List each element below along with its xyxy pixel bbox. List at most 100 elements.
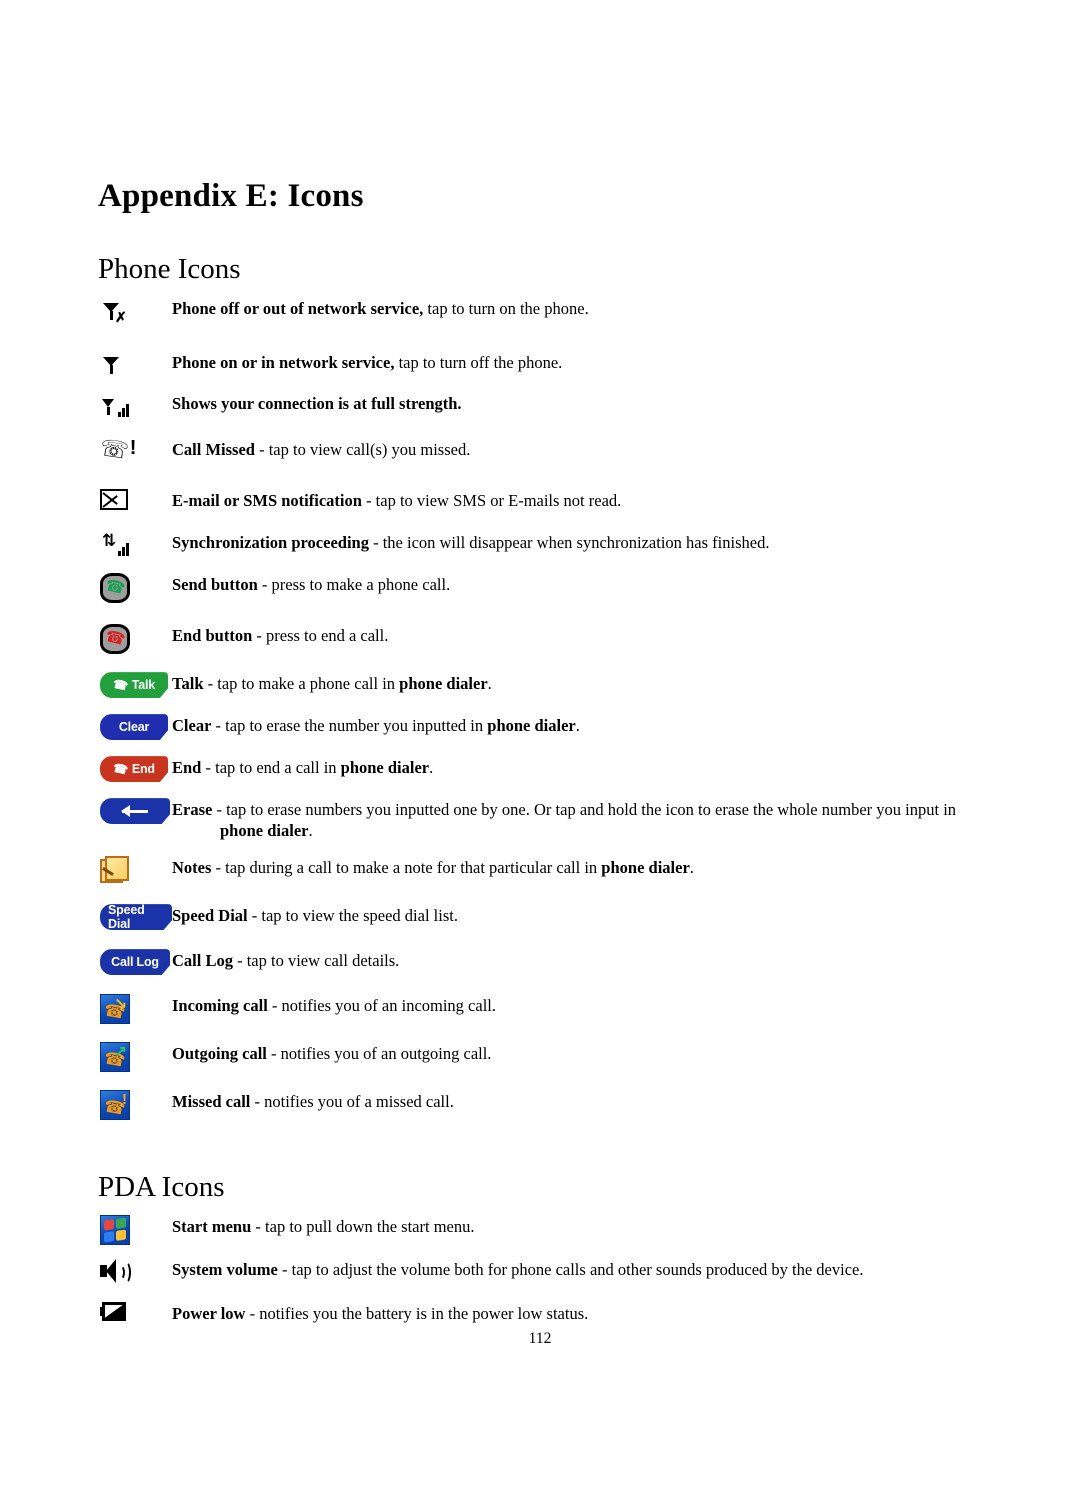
description-text: tap to view SMS or E-mails not read. [371, 491, 622, 511]
icon-description: End - tap to end a call in phone dialer. [172, 756, 998, 778]
icon-label: Call Missed [172, 440, 255, 460]
icon-cell: ☎! [98, 1090, 172, 1121]
section-heading: Phone Icons [98, 253, 241, 286]
icon-row: ☎ End button - press to end a call. [98, 624, 998, 672]
icon-row: Shows your connection is at full strengt… [98, 392, 998, 438]
description-text: tap during a call to make a note for tha… [221, 858, 602, 878]
document-page: Appendix E: Icons Phone Icons ✗ Phone of… [0, 0, 1080, 1489]
icon-label: Send button [172, 575, 258, 595]
icon-label: Start menu [172, 1216, 252, 1236]
icon-row: ☎ ↗ Outgoing call - notifies you of an ou… [98, 1042, 998, 1090]
description-tail: . [689, 858, 694, 878]
phone-off-antenna-icon: ✗ [100, 297, 130, 327]
icon-cell: ☎ [98, 624, 172, 655]
description-bold: phone dialer [601, 858, 690, 878]
label-separator: - [266, 1044, 277, 1064]
outgoing-call-icon: ☎ ↗ [100, 1042, 130, 1073]
signal-full-strength-icon [100, 392, 130, 422]
pill-label: Call Log [111, 955, 159, 970]
icon-cell: Call Log [98, 949, 172, 976]
call-missed-handset-icon: ☏! [98, 435, 137, 464]
label-separator: - [251, 1216, 261, 1236]
icon-cell: ☎ ↘ [98, 994, 172, 1025]
icon-row: E-mail or SMS notification - tap to view… [98, 489, 998, 531]
pill-label: End [131, 762, 155, 777]
power-low-icon [100, 1301, 130, 1322]
icon-cell: ☎ Talk [98, 672, 172, 699]
end-pill-icon[interactable]: ☎ End [100, 756, 168, 783]
icon-label: Missed call [172, 1092, 251, 1112]
description-bold: phone dialer [340, 758, 430, 778]
icon-row: ⇅ Synchronization proceeding - the icon … [98, 531, 998, 573]
icon-row: Notes - tap during a call to make a note… [98, 856, 998, 904]
icon-label: Phone off or out of network service [172, 299, 420, 319]
send-button-icon: ☎ [100, 573, 130, 604]
icon-row: System volume - tap to adjust the volume… [98, 1258, 998, 1302]
description-tail: . [429, 758, 434, 778]
icon-description: System volume - tap to adjust the volume… [172, 1258, 998, 1280]
phone-on-antenna-icon [100, 351, 130, 381]
icon-cell [98, 351, 172, 381]
missed-call-icon: ☎! [100, 1090, 130, 1121]
icon-label: System volume [172, 1259, 278, 1279]
icon-cell: Speed Dial [98, 904, 172, 931]
description-text: notifies you the battery is in the power… [255, 1303, 589, 1323]
icon-cell: ☏! [98, 435, 172, 464]
description-tail: . [487, 674, 492, 694]
description-text: notifies you of an outgoing call. [276, 1044, 492, 1064]
description-text: tap to erase the number you inputted in [221, 716, 488, 736]
label-separator: - [267, 996, 278, 1016]
description-text: notifies you of an incoming call. [277, 996, 496, 1016]
description-text: tap to view call(s) you missed. [264, 440, 471, 460]
icon-label: Synchronization proceeding [172, 533, 369, 553]
description-text: tap to end a call in [210, 758, 341, 778]
icon-description: Synchronization proceeding - the icon wi… [172, 531, 998, 553]
icon-description: Incoming call - notifies you of an incom… [172, 994, 998, 1016]
icon-cell: Clear [98, 714, 172, 741]
icon-label: Talk [172, 674, 204, 694]
label-separator: - [247, 906, 258, 926]
icon-label: Phone on or in network service [172, 353, 391, 373]
wrapped-line: phone dialer. [172, 820, 998, 841]
icon-cell: ✗ [98, 297, 172, 327]
description-text: press to make a phone call. [267, 575, 451, 595]
icon-label: Clear [172, 716, 212, 736]
icon-description: Start menu - tap to pull down the start … [172, 1215, 998, 1237]
icon-row-list: Start menu - tap to pull down the start … [98, 1214, 998, 1346]
label-separator: - [361, 491, 372, 511]
icon-row: ☎ End End - tap to end a call in phone d… [98, 756, 998, 798]
icon-description: Phone off or out of network service, tap… [172, 297, 998, 319]
label-separator: - [245, 1303, 256, 1323]
icon-description: Notes - tap during a call to make a note… [172, 856, 998, 878]
notes-icon [100, 856, 130, 886]
description-text: tap to turn off the phone. [394, 353, 563, 373]
call-log-pill-icon[interactable]: Call Log [100, 949, 170, 976]
end-button-icon: ☎ [100, 624, 130, 655]
icon-description: Shows your connection is at full strengt… [172, 392, 998, 414]
icon-row: Clear Clear - tap to erase the number yo… [98, 714, 998, 756]
icon-label: Incoming call [172, 996, 268, 1016]
icon-label: End [172, 758, 202, 778]
speed-dial-pill-icon[interactable]: Speed Dial [100, 904, 172, 931]
arrow-left-icon [121, 804, 148, 817]
icon-row: ☎ ↘ Incoming call - notifies you of an in… [98, 994, 998, 1042]
label-separator: - [257, 575, 268, 595]
icon-row: Start menu - tap to pull down the start … [98, 1214, 998, 1258]
description-text: tap to adjust the volume both for phone … [287, 1259, 864, 1279]
icon-description: Call Missed - tap to view call(s) you mi… [172, 438, 998, 460]
icon-row-list: ✗ Phone off or out of network service, t… [98, 297, 998, 1136]
label-separator: - [211, 858, 222, 878]
icon-label: Outgoing call [172, 1044, 267, 1064]
pill-label: Talk [131, 678, 156, 693]
description-text: tap to make a phone call in [213, 674, 400, 694]
icon-cell [98, 1258, 172, 1284]
icon-description: Phone on or in network service, tap to t… [172, 351, 998, 373]
icon-description: Send button - press to make a phone call… [172, 573, 998, 595]
description-text: tap to erase numbers you inputted one by… [221, 800, 957, 820]
label-separator: - [277, 1259, 288, 1279]
icon-description: Clear - tap to erase the number you inpu… [172, 714, 998, 736]
clear-pill-icon[interactable]: Clear [100, 714, 168, 741]
talk-pill-icon[interactable]: ☎ Talk [100, 672, 168, 699]
erase-arrow-pill-icon[interactable] [100, 798, 170, 825]
handset-icon: ☎ [111, 760, 130, 778]
